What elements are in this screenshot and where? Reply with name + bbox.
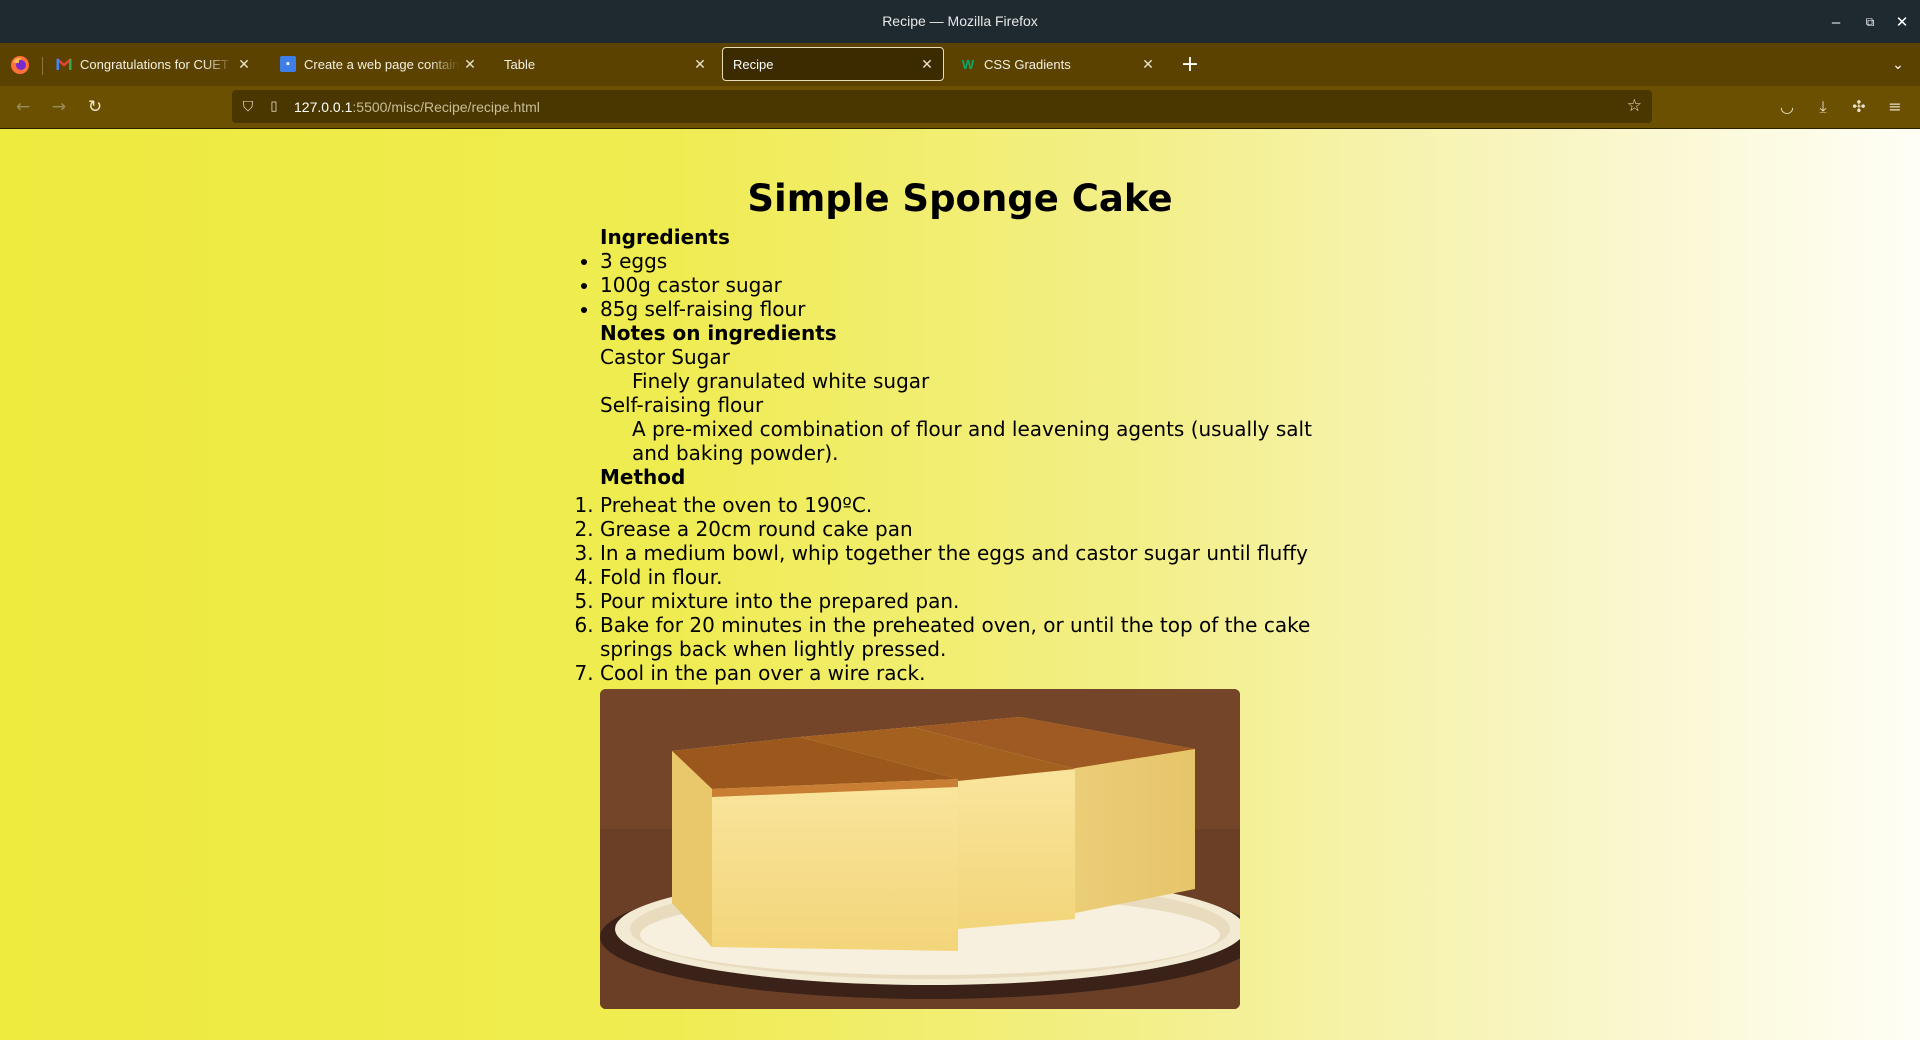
bookmark-star-icon[interactable]: ☆ (1627, 96, 1642, 116)
tab-label: Create a web page containi (304, 56, 460, 72)
tab-separator (42, 57, 43, 75)
list-all-tabs-icon[interactable]: ⌄ (1886, 53, 1910, 77)
notes-list: Castor Sugar Finely granulated white sug… (600, 345, 1320, 465)
tab-label: Congratulations for CUET P (80, 56, 234, 72)
tab-gmail[interactable]: Congratulations for CUET P ✕ (46, 47, 260, 81)
pocket-icon[interactable]: ◡ (1774, 94, 1800, 120)
list-item: 3 eggs (600, 249, 1320, 273)
note-definition: Finely granulated white sugar (632, 369, 930, 393)
w3schools-icon: W (961, 56, 975, 72)
note-definition: A pre-mixed combination of flour and lea… (632, 417, 1312, 465)
list-item: Preheat the oven to 190ºC. (600, 493, 1320, 517)
url-text[interactable]: 127.0.0.1:5500/misc/Recipe/recipe.html (294, 99, 540, 115)
close-tab-icon[interactable]: ✕ (1138, 56, 1158, 73)
window-title: Recipe — Mozilla Firefox (882, 13, 1038, 29)
tab-recipe[interactable]: Recipe ✕ (722, 47, 944, 81)
close-tab-icon[interactable]: ✕ (917, 56, 937, 73)
new-tab-button[interactable]: + (1178, 53, 1202, 77)
extensions-icon[interactable]: ✣ (1846, 94, 1872, 120)
sponge-cake-image (600, 689, 1240, 1009)
firefox-menu-icon[interactable] (10, 55, 30, 75)
minimize-button[interactable]: – (1822, 8, 1850, 36)
list-item: Bake for 20 minutes in the preheated ove… (600, 613, 1320, 661)
ingredients-heading: Ingredients (600, 225, 730, 249)
ingredients-list: 3 eggs 100g castor sugar 85g self-raisin… (600, 249, 1320, 321)
method-list: Preheat the oven to 190ºC. Grease a 20cm… (600, 493, 1320, 685)
tracking-protection-icon[interactable]: ⛉ (240, 98, 256, 114)
tab-label: Table (504, 56, 536, 72)
list-item: 100g castor sugar (600, 273, 1320, 297)
page-info-icon[interactable]: ▯ (266, 98, 282, 114)
note-term: Self-raising flour (600, 393, 764, 417)
forward-icon[interactable]: → (46, 94, 72, 120)
navigation-toolbar: ← → ↻ ⛉ ▯ 127.0.0.1:5500/misc/Recipe/rec… (0, 86, 1920, 129)
window-titlebar: Recipe — Mozilla Firefox – ⧉ ✕ (0, 0, 1920, 43)
method-heading: Method (600, 465, 686, 489)
classroom-icon: ▪ (280, 56, 296, 72)
tab-css-gradients[interactable]: W CSS Gradients ✕ (950, 47, 1164, 81)
list-item: In a medium bowl, whip together the eggs… (600, 541, 1320, 565)
list-item: Cool in the pan over a wire rack. (600, 661, 1320, 685)
back-icon[interactable]: ← (10, 94, 36, 120)
close-tab-icon[interactable]: ✕ (690, 56, 710, 73)
tab-bar: Congratulations for CUET P ✕ ▪ Create a … (0, 43, 1920, 86)
list-item: Fold in flour. (600, 565, 1320, 589)
url-host: 127.0.0.1 (294, 99, 353, 115)
close-tab-icon[interactable]: ✕ (460, 56, 480, 73)
app-menu-icon[interactable]: ≡ (1882, 94, 1908, 120)
restore-button[interactable]: ⧉ (1856, 8, 1884, 36)
note-term: Castor Sugar (600, 345, 730, 369)
tab-label: CSS Gradients (984, 56, 1071, 72)
list-item: Grease a 20cm round cake pan (600, 517, 1320, 541)
notes-heading: Notes on ingredients (600, 321, 837, 345)
close-tab-icon[interactable]: ✕ (234, 56, 254, 73)
reload-icon[interactable]: ↻ (82, 94, 108, 120)
recipe-article: Simple Sponge Cake Ingredients 3 eggs 10… (600, 177, 1320, 1009)
url-bar[interactable]: ⛉ ▯ 127.0.0.1:5500/misc/Recipe/recipe.ht… (232, 90, 1652, 123)
close-window-button[interactable]: ✕ (1888, 8, 1916, 36)
tab-table[interactable]: Table ✕ (494, 47, 716, 81)
downloads-icon[interactable]: ⤓ (1810, 94, 1836, 120)
list-item: 85g self-raising flour (600, 297, 1320, 321)
url-path: :5500/misc/Recipe/recipe.html (352, 99, 540, 115)
tab-label: Recipe (733, 56, 774, 72)
list-item: Pour mixture into the prepared pan. (600, 589, 1320, 613)
tab-classroom[interactable]: ▪ Create a web page containi ✕ (270, 47, 486, 81)
gmail-icon (56, 56, 72, 72)
page-viewport: Simple Sponge Cake Ingredients 3 eggs 10… (0, 129, 1920, 1040)
recipe-title: Simple Sponge Cake (747, 177, 1173, 220)
